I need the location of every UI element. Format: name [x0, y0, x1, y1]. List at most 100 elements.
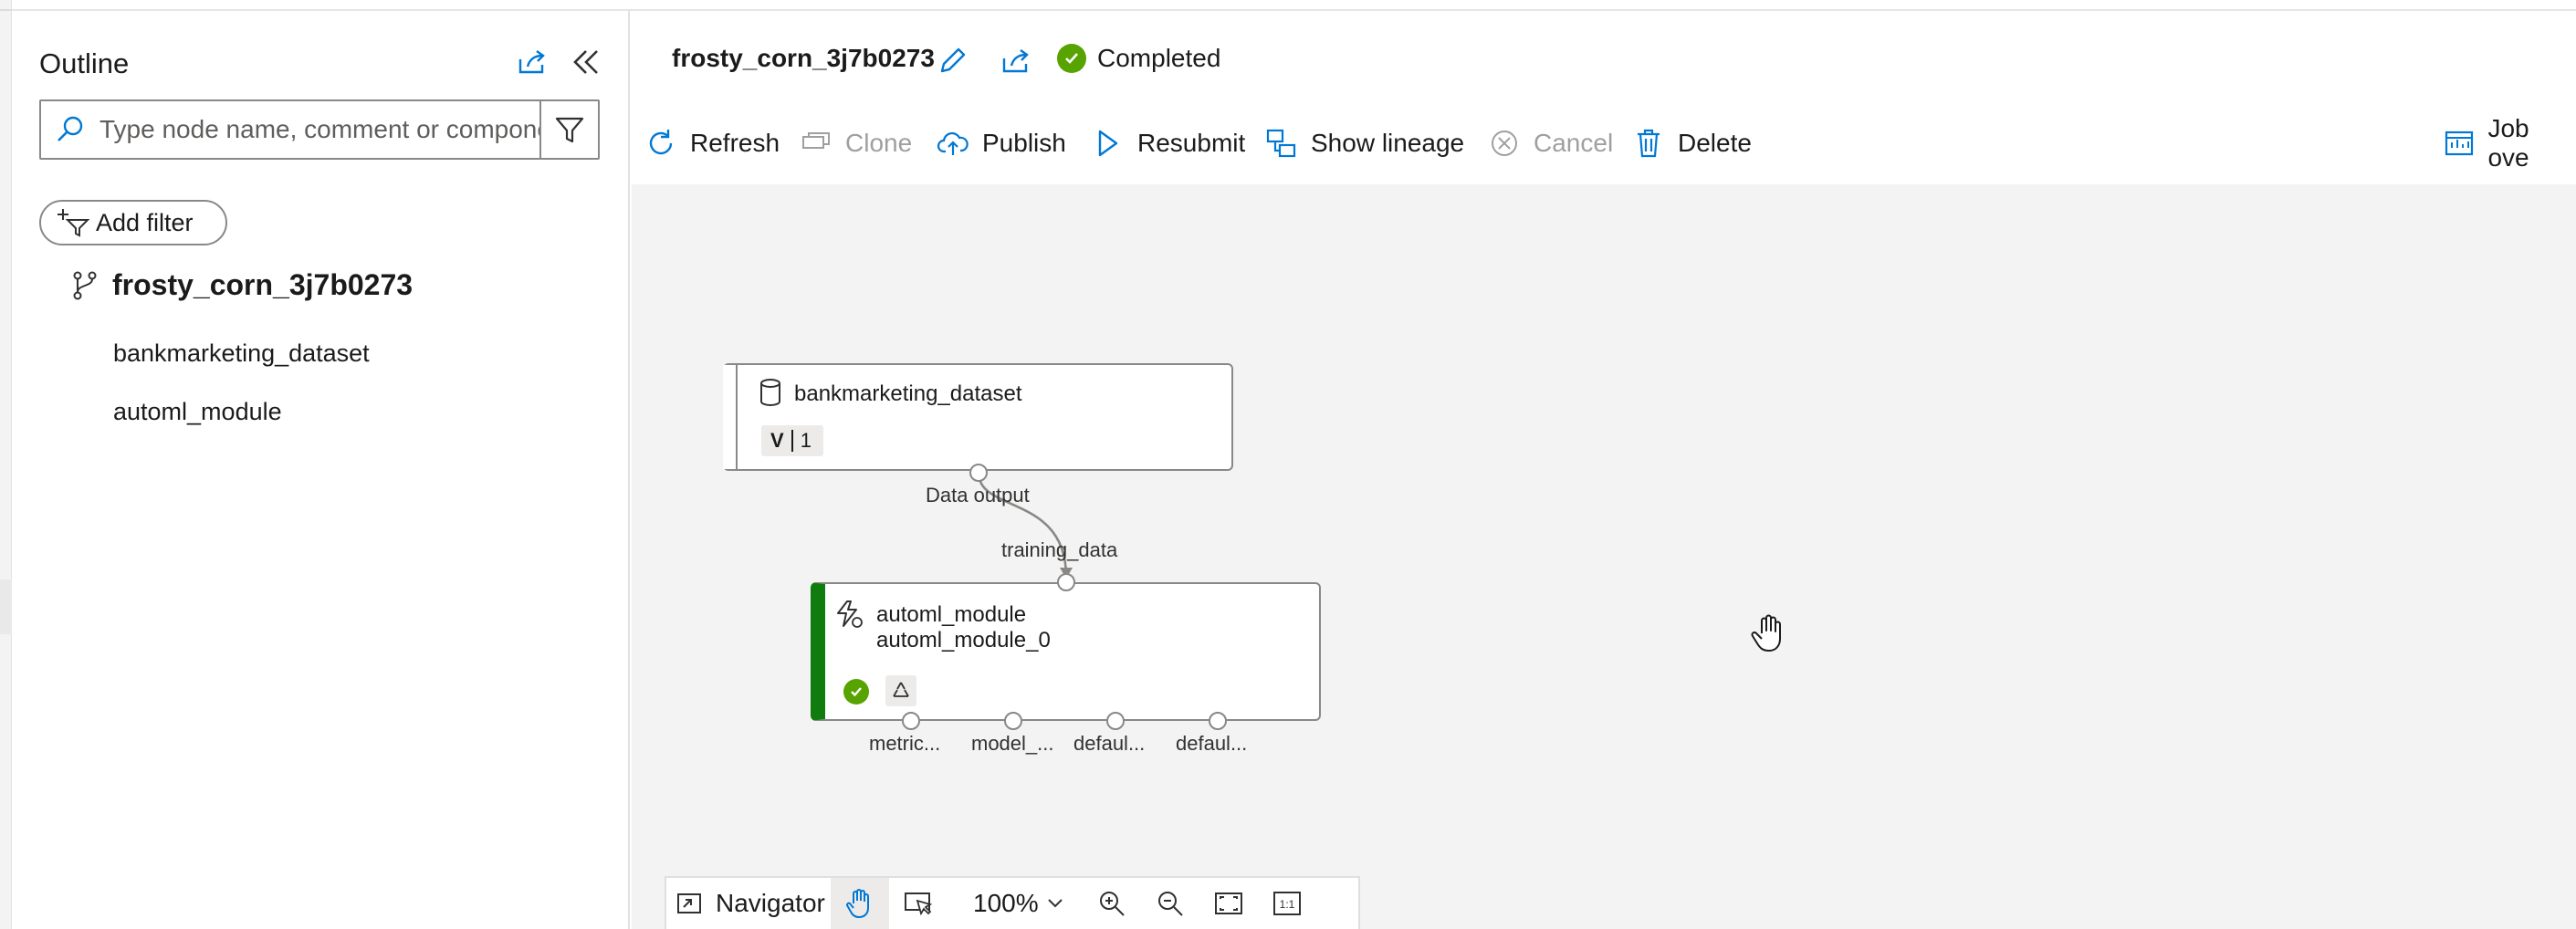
actual-size-icon: 1:1	[1272, 892, 1301, 915]
play-icon	[1092, 127, 1125, 160]
dataset-node[interactable]: bankmarketing_dataset V 1	[723, 363, 1233, 471]
check-circle-icon	[1057, 44, 1086, 73]
strip-divider	[0, 9, 12, 11]
module-input-port[interactable]	[1057, 573, 1075, 591]
delete-label: Delete	[1678, 129, 1752, 157]
job-overview-button[interactable]: Job ove	[2443, 114, 2576, 172]
resubmit-button[interactable]: Resubmit	[1092, 120, 1245, 166]
zoom-out-button[interactable]	[1141, 878, 1199, 929]
module-output-port-3[interactable]	[1106, 712, 1125, 730]
reuse-icon	[885, 675, 916, 706]
refresh-icon	[644, 127, 677, 160]
job-title: frosty_corn_3j7b0273	[672, 44, 935, 72]
navigator-label: Navigator	[716, 889, 825, 917]
chevron-down-icon	[1047, 899, 1063, 908]
outline-search	[39, 99, 600, 160]
fit-screen-icon	[1214, 892, 1242, 914]
cancel-icon	[1488, 127, 1521, 160]
add-filter-button[interactable]: Add filter	[39, 200, 227, 245]
version-badge: V 1	[761, 425, 823, 456]
cancel-button[interactable]: Cancel	[1488, 120, 1613, 166]
module-output-label-3: defaul...	[1073, 732, 1146, 755]
module-node[interactable]: automl_module automl_module_0	[811, 582, 1321, 721]
zoom-dropdown[interactable]: 100%	[948, 889, 1083, 918]
edge-layer	[977, 472, 1073, 579]
job-status: Completed	[1057, 44, 1220, 73]
share-icon[interactable]	[512, 42, 552, 82]
clone-icon	[800, 127, 832, 160]
fit-to-screen-button[interactable]	[1199, 878, 1258, 929]
tree-root-label: frosty_corn_3j7b0273	[112, 268, 414, 301]
pipeline-icon	[73, 271, 97, 299]
module-output-label-1: metric...	[869, 732, 941, 755]
show-lineage-label: Show lineage	[1311, 129, 1465, 157]
version-separator	[791, 430, 793, 452]
job-header: frosty_corn_3j7b0273 Completed Refresh C…	[632, 11, 2576, 184]
search-input[interactable]	[99, 115, 539, 144]
node-side-bar	[723, 365, 738, 469]
search-icon	[41, 101, 99, 158]
pipeline-canvas[interactable]: bankmarketing_dataset V 1 Data output tr…	[632, 184, 2576, 929]
dataset-output-port[interactable]	[969, 464, 988, 482]
pan-mode-button[interactable]	[831, 878, 889, 929]
show-lineage-button[interactable]: Show lineage	[1265, 120, 1464, 166]
clone-button[interactable]: Clone	[800, 120, 912, 166]
zoom-in-button[interactable]	[1083, 878, 1141, 929]
tree-item-dataset[interactable]: bankmarketing_dataset	[113, 339, 370, 368]
add-filter-label: Add filter	[96, 208, 194, 236]
lineage-icon	[1265, 127, 1298, 160]
hand-icon	[846, 889, 869, 919]
status-label: Completed	[1097, 44, 1221, 72]
module-icon	[834, 599, 865, 630]
dataset-node-name: bankmarketing_dataset	[794, 381, 1022, 406]
overview-icon	[2443, 127, 2475, 160]
publish-button[interactable]: Publish	[937, 120, 1066, 166]
zoom-level: 100%	[973, 889, 1039, 917]
publish-label: Publish	[982, 129, 1066, 157]
module-output-port-4[interactable]	[1209, 712, 1227, 730]
navigator-toggle[interactable]: Navigator	[666, 889, 831, 918]
version-number: 1	[800, 429, 812, 452]
delete-icon	[1632, 127, 1665, 160]
module-output-label-4: defaul...	[1176, 732, 1248, 755]
delete-button[interactable]: Delete	[1632, 120, 1752, 166]
navigator-icon	[677, 893, 701, 913]
module-output-port-2[interactable]	[1004, 712, 1022, 730]
edit-icon[interactable]	[931, 40, 973, 82]
module-input-label: training_data	[1001, 538, 1118, 561]
filter-icon[interactable]	[539, 101, 598, 158]
database-icon	[758, 378, 787, 407]
refresh-button[interactable]: Refresh	[644, 120, 780, 166]
module-output-port-1[interactable]	[902, 712, 920, 730]
collapse-panel-icon[interactable]	[565, 42, 605, 82]
select-mode-button[interactable]	[889, 878, 948, 929]
dataset-output-label: Data output	[926, 484, 1030, 506]
app-left-strip	[0, 0, 12, 929]
cancel-label: Cancel	[1534, 129, 1614, 157]
actual-size-text: 1:1	[1279, 898, 1294, 911]
zoom-out-icon	[1157, 892, 1183, 916]
version-letter: V	[770, 429, 784, 452]
zoom-in-icon	[1099, 892, 1125, 916]
tree-item-module[interactable]: automl_module	[113, 398, 282, 426]
cloud-upload-icon	[937, 127, 969, 160]
check-circle-icon	[843, 679, 869, 705]
navigator-toolbar: Navigator 100% 1:1	[665, 876, 1360, 929]
module-node-instance: automl_module_0	[876, 628, 1051, 652]
strip-selected-indicator	[0, 579, 12, 634]
clone-label: Clone	[845, 129, 913, 157]
select-pointer-icon	[905, 892, 933, 916]
outline-panel: Outline Add filter frosty_corn_3j7b0273 …	[12, 11, 630, 929]
job-overview-label: Job ove	[2487, 114, 2529, 172]
outline-title: Outline	[39, 47, 130, 79]
tree-root-item[interactable]: frosty_corn_3j7b0273	[72, 268, 413, 302]
share-job-icon[interactable]	[995, 40, 1037, 82]
module-node-name: automl_module	[876, 602, 1027, 627]
hand-cursor-icon	[1751, 613, 1791, 653]
job-toolbar: Refresh Clone Publish Resubmit Show line…	[632, 111, 2576, 175]
actual-size-button[interactable]: 1:1	[1258, 878, 1316, 929]
refresh-label: Refresh	[690, 129, 780, 157]
module-output-label-2: model_...	[971, 732, 1054, 755]
add-filter-icon	[58, 209, 90, 237]
resubmit-label: Resubmit	[1137, 129, 1246, 157]
